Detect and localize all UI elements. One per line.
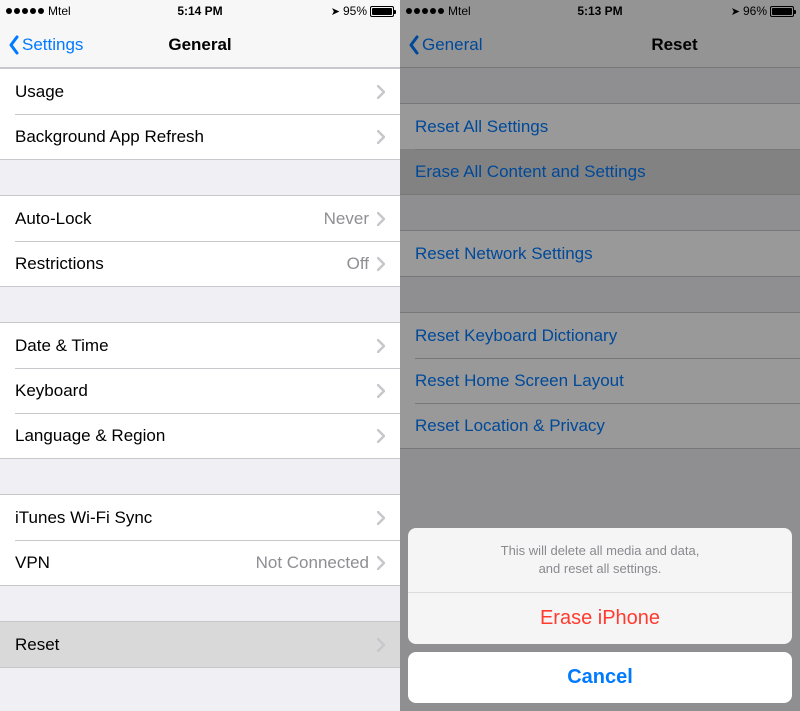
row-restrictions[interactable]: Restrictions Off	[0, 241, 400, 286]
restrictions-value: Off	[347, 254, 369, 274]
chevron-right-icon	[377, 429, 385, 443]
auto-lock-value: Never	[324, 209, 369, 229]
action-sheet: This will delete all media and data, and…	[408, 528, 792, 703]
erase-iphone-button[interactable]: Erase iPhone	[408, 593, 792, 644]
row-reset[interactable]: Reset	[0, 622, 400, 667]
chevron-right-icon	[377, 212, 385, 226]
back-label: Settings	[22, 35, 83, 55]
back-button[interactable]: Settings	[8, 35, 83, 55]
row-auto-lock[interactable]: Auto-Lock Never	[0, 196, 400, 241]
nav-bar: Settings General	[0, 22, 400, 68]
battery-percent-label: 95%	[343, 4, 367, 18]
vpn-value: Not Connected	[256, 553, 369, 573]
chevron-right-icon	[377, 556, 385, 570]
row-language-region[interactable]: Language & Region	[0, 413, 400, 458]
page-title: General	[168, 35, 231, 55]
chevron-right-icon	[377, 130, 385, 144]
row-background-app-refresh[interactable]: Background App Refresh	[0, 114, 400, 159]
signal-dots-icon	[6, 8, 44, 14]
row-itunes-wifi-sync[interactable]: iTunes Wi-Fi Sync	[0, 495, 400, 540]
chevron-right-icon	[377, 339, 385, 353]
chevron-left-icon	[8, 35, 20, 55]
row-date-time[interactable]: Date & Time	[0, 323, 400, 368]
cancel-button[interactable]: Cancel	[408, 652, 792, 703]
row-keyboard[interactable]: Keyboard	[0, 368, 400, 413]
screen-general: Mtel 5:14 PM ➤ 95% Settings General Usag…	[0, 0, 400, 711]
action-sheet-message: This will delete all media and data, and…	[408, 528, 792, 593]
chevron-right-icon	[377, 257, 385, 271]
chevron-right-icon	[377, 85, 385, 99]
screen-reset: Mtel 5:13 PM ➤ 96% General Reset Reset A…	[400, 0, 800, 711]
carrier-label: Mtel	[48, 4, 71, 18]
battery-icon	[370, 6, 394, 17]
chevron-right-icon	[377, 384, 385, 398]
chevron-right-icon	[377, 511, 385, 525]
location-icon: ➤	[331, 5, 340, 18]
chevron-right-icon	[377, 638, 385, 652]
status-bar: Mtel 5:14 PM ➤ 95%	[0, 0, 400, 22]
settings-list: Usage Background App Refresh Auto-Lock N…	[0, 68, 400, 668]
row-usage[interactable]: Usage	[0, 69, 400, 114]
clock-label: 5:14 PM	[177, 4, 222, 18]
row-vpn[interactable]: VPN Not Connected	[0, 540, 400, 585]
